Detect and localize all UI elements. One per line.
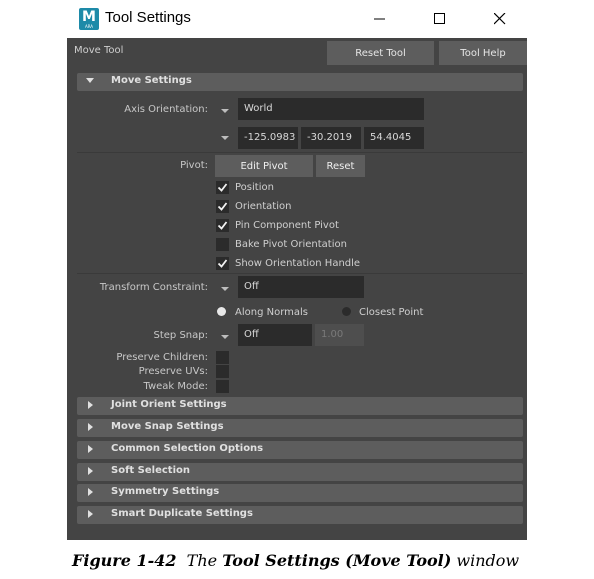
dropdown-arrow-icon[interactable] <box>220 107 230 115</box>
pivot-label: Pivot: <box>180 160 208 171</box>
section-move-snap-settings[interactable]: Move Snap Settings <box>77 419 523 437</box>
pivot-option-label: Bake Pivot Orientation <box>235 239 347 250</box>
transform-constraint-label: Transform Constraint: <box>99 282 208 293</box>
tool-settings-window: M ARA Tool Settings Move Tool Reset Tool… <box>67 0 527 540</box>
pivot-option-checkbox[interactable] <box>216 181 229 194</box>
caption-window: window <box>456 551 520 570</box>
divider <box>77 273 523 274</box>
preserve-uvs-label: Preserve UVs: <box>138 366 208 377</box>
checkmark-icon <box>217 183 228 192</box>
dropdown-arrow-icon[interactable] <box>220 134 230 142</box>
section-smart-duplicate-settings[interactable]: Smart Duplicate Settings <box>77 506 523 524</box>
logo-sub: ARA <box>84 24 94 29</box>
maximize-button[interactable] <box>417 0 463 38</box>
pivot-option-checkbox[interactable] <box>216 238 229 251</box>
section-soft-selection[interactable]: Soft Selection <box>77 463 523 481</box>
preserve-children-label: Preserve Children: <box>116 352 208 363</box>
preserve-children-checkbox[interactable] <box>216 351 229 364</box>
reset-tool-button[interactable]: Reset Tool <box>327 41 434 65</box>
figure-caption: Figure 1-42 The Tool Settings (Move Tool… <box>72 551 519 570</box>
section-label: Joint Orient Settings <box>111 399 227 410</box>
checkmark-icon <box>217 259 228 268</box>
closest-point-radio[interactable] <box>342 307 351 316</box>
tweak-mode-label: Tweak Mode: <box>143 381 209 392</box>
maximize-icon <box>434 13 445 24</box>
coord-z-field[interactable]: 54.4045 <box>364 127 424 149</box>
section-label: Symmetry Settings <box>111 486 220 497</box>
maya-logo-icon: M ARA <box>79 8 99 30</box>
chevron-right-icon <box>88 423 93 431</box>
along-normals-label: Along Normals <box>235 307 308 318</box>
divider <box>77 152 523 153</box>
section-label: Move Snap Settings <box>111 421 224 432</box>
section-joint-orient-settings[interactable]: Joint Orient Settings <box>77 397 523 415</box>
window-title: Tool Settings <box>105 9 191 26</box>
dropdown-arrow-icon[interactable] <box>220 333 230 341</box>
step-snap-select[interactable]: Off <box>238 324 312 346</box>
step-snap-label: Step Snap: <box>153 330 208 341</box>
pivot-option-label: Show Orientation Handle <box>235 258 361 269</box>
section-label: Move Settings <box>111 75 192 86</box>
pivot-option-label: Orientation <box>235 201 292 212</box>
chevron-right-icon <box>88 488 93 496</box>
preserve-uvs-checkbox[interactable] <box>216 365 229 378</box>
pivot-option-label: Pin Component Pivot <box>235 220 339 231</box>
section-label: Soft Selection <box>111 465 191 476</box>
checkmark-icon <box>217 221 228 230</box>
checkmark-icon <box>217 202 228 211</box>
tool-help-button[interactable]: Tool Help <box>439 41 527 65</box>
minimize-button[interactable] <box>357 0 403 38</box>
coord-x-field[interactable]: -125.0983 <box>238 127 298 149</box>
edit-pivot-button[interactable]: Edit Pivot <box>215 155 313 177</box>
pivot-option-checkbox[interactable] <box>216 219 229 232</box>
figure-number: Figure 1-42 <box>72 551 177 570</box>
logo-letter: M <box>82 9 96 25</box>
tool-header: Move Tool Reset Tool Tool Help <box>67 38 527 66</box>
section-label: Smart Duplicate Settings <box>111 508 253 519</box>
tool-name: Move Tool <box>74 45 124 56</box>
transform-constraint-select[interactable]: Off <box>238 276 364 298</box>
title-bar[interactable]: M ARA Tool Settings <box>67 0 527 38</box>
closest-point-label: Closest Point <box>359 307 424 318</box>
caption-title: Tool Settings (Move Tool) <box>222 551 452 570</box>
minimize-icon <box>374 18 385 20</box>
axis-orientation-select[interactable]: World <box>238 98 424 120</box>
caption-the: The <box>186 551 218 570</box>
section-move-settings[interactable]: Move Settings <box>77 73 523 91</box>
dropdown-arrow-icon[interactable] <box>220 285 230 293</box>
section-common-selection-options[interactable]: Common Selection Options <box>77 441 523 459</box>
reset-pivot-button[interactable]: Reset <box>316 155 365 177</box>
chevron-right-icon <box>88 445 93 453</box>
chevron-down-icon <box>86 78 94 83</box>
along-normals-radio[interactable] <box>217 307 226 316</box>
chevron-right-icon <box>88 467 93 475</box>
chevron-right-icon <box>88 510 93 518</box>
close-icon <box>494 13 506 25</box>
axis-orientation-label: Axis Orientation: <box>124 104 208 115</box>
close-button[interactable] <box>477 0 523 38</box>
chevron-right-icon <box>88 401 93 409</box>
section-label: Common Selection Options <box>111 443 264 454</box>
section-symmetry-settings[interactable]: Symmetry Settings <box>77 484 523 502</box>
tweak-mode-checkbox[interactable] <box>216 380 229 393</box>
pivot-option-checkbox[interactable] <box>216 257 229 270</box>
coord-y-field[interactable]: -30.2019 <box>301 127 361 149</box>
pivot-option-label: Position <box>235 182 274 193</box>
pivot-option-checkbox[interactable] <box>216 200 229 213</box>
step-snap-amount-field: 1.00 <box>315 324 364 346</box>
